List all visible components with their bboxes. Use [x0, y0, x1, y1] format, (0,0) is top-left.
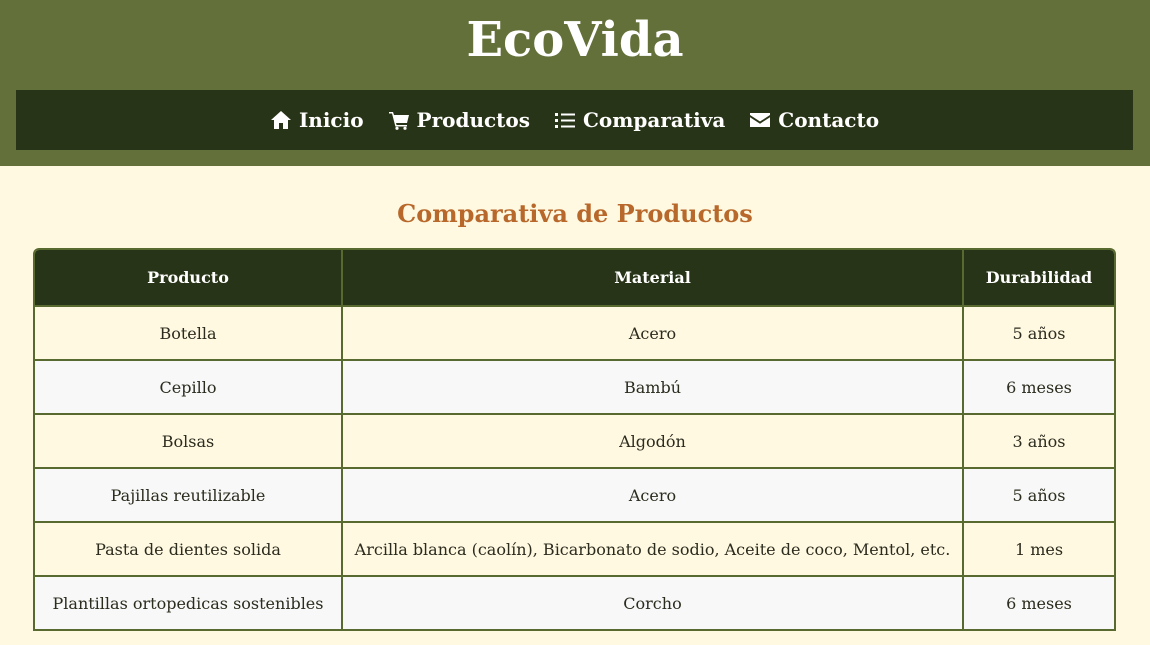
nav-item-comparativa[interactable]: Comparativa: [554, 108, 725, 132]
nav-item-label: Inicio: [298, 108, 364, 132]
column-header-durabilidad: Durabilidad: [962, 250, 1114, 307]
comparison-table: Producto Material Durabilidad Botella Ac…: [35, 250, 1114, 631]
table-row: Pasta de dientes solida Arcilla blanca (…: [35, 521, 1114, 577]
cell-durabilidad: 3 años: [962, 413, 1114, 469]
cell-material: Corcho: [341, 575, 964, 631]
site-header: EcoVida Inicio Productos Comparativa Con…: [0, 0, 1150, 166]
cell-material: Bambú: [341, 359, 964, 415]
cell-durabilidad: 1 mes: [962, 521, 1114, 577]
nav-item-inicio[interactable]: Inicio: [270, 108, 364, 132]
list-icon: [554, 110, 576, 130]
cell-durabilidad: 6 meses: [962, 359, 1114, 415]
site-title: EcoVida: [466, 12, 684, 68]
cell-producto: Botella: [35, 305, 343, 361]
table-row: Botella Acero 5 años: [35, 305, 1114, 361]
nav-item-contacto[interactable]: Contacto: [749, 108, 879, 132]
nav-item-label: Comparativa: [583, 108, 726, 132]
cell-material: Algodón: [341, 413, 964, 469]
cell-material: Arcilla blanca (caolín), Bicarbonato de …: [341, 521, 964, 577]
cell-producto: Pajillas reutilizable: [35, 467, 343, 523]
home-icon: [270, 110, 292, 130]
nav-item-productos[interactable]: Productos: [388, 108, 530, 132]
cell-producto: Bolsas: [35, 413, 343, 469]
main-nav: Inicio Productos Comparativa Contacto: [16, 90, 1133, 150]
cell-durabilidad: 5 años: [962, 305, 1114, 361]
cell-producto: Cepillo: [35, 359, 343, 415]
table-row: Cepillo Bambú 6 meses: [35, 359, 1114, 415]
column-header-producto: Producto: [35, 250, 343, 307]
nav-item-label: Productos: [416, 108, 531, 132]
cell-producto: Pasta de dientes solida: [35, 521, 343, 577]
envelope-icon: [749, 110, 771, 130]
cell-material: Acero: [341, 305, 964, 361]
column-header-material: Material: [341, 250, 964, 307]
table-row: Plantillas ortopedicas sostenibles Corch…: [35, 575, 1114, 631]
cart-icon: [388, 110, 410, 130]
cell-material: Acero: [341, 467, 964, 523]
comparison-table-container: Producto Material Durabilidad Botella Ac…: [33, 248, 1116, 631]
table-row: Bolsas Algodón 3 años: [35, 413, 1114, 469]
table-row: Pajillas reutilizable Acero 5 años: [35, 467, 1114, 523]
cell-durabilidad: 5 años: [962, 467, 1114, 523]
nav-item-label: Contacto: [778, 108, 880, 132]
page-title: Comparativa de Productos: [397, 199, 753, 228]
cell-producto: Plantillas ortopedicas sostenibles: [35, 575, 343, 631]
table-header-row: Producto Material Durabilidad: [35, 250, 1114, 307]
cell-durabilidad: 6 meses: [962, 575, 1114, 631]
